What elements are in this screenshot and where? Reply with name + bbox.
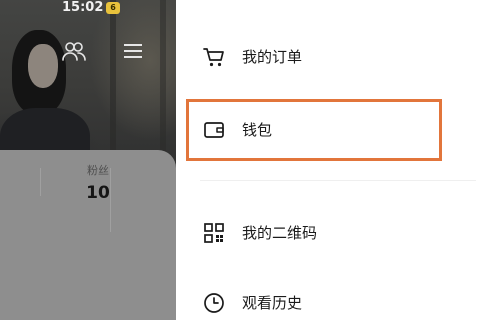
- menu-icon[interactable]: [124, 43, 142, 59]
- clock-icon: [204, 293, 224, 313]
- wallet-icon: [204, 122, 224, 138]
- menu-item-label: 我的订单: [242, 48, 303, 66]
- menu-item-label: 钱包: [242, 121, 273, 139]
- menu-item-wallet[interactable]: 钱包: [176, 105, 480, 155]
- status-badge: 6: [106, 2, 120, 14]
- menu-item-label: 我的二维码: [242, 224, 318, 242]
- menu-item-qrcode[interactable]: 我的二维码: [176, 208, 480, 258]
- cart-icon: [203, 48, 224, 67]
- screen: 15:02 6 粉丝 10 我的订单 钱包 我的二维码 观看历史: [0, 0, 480, 320]
- stat-divider: [40, 168, 41, 196]
- fans-count[interactable]: 10: [70, 183, 126, 203]
- fans-label: 粉丝: [87, 164, 109, 177]
- menu-item-label: 观看历史: [242, 294, 303, 312]
- side-drawer: 我的订单 钱包 我的二维码 观看历史: [176, 0, 480, 320]
- status-time: 15:02: [62, 0, 104, 15]
- profile-backdrop[interactable]: 15:02 6 粉丝 10: [0, 0, 176, 320]
- qrcode-icon: [204, 223, 224, 243]
- friends-icon[interactable]: [62, 40, 86, 62]
- menu-item-history[interactable]: 观看历史: [176, 278, 480, 320]
- divider: [200, 180, 476, 181]
- profile-cover-photo: [0, 0, 176, 178]
- menu-item-orders[interactable]: 我的订单: [176, 32, 480, 82]
